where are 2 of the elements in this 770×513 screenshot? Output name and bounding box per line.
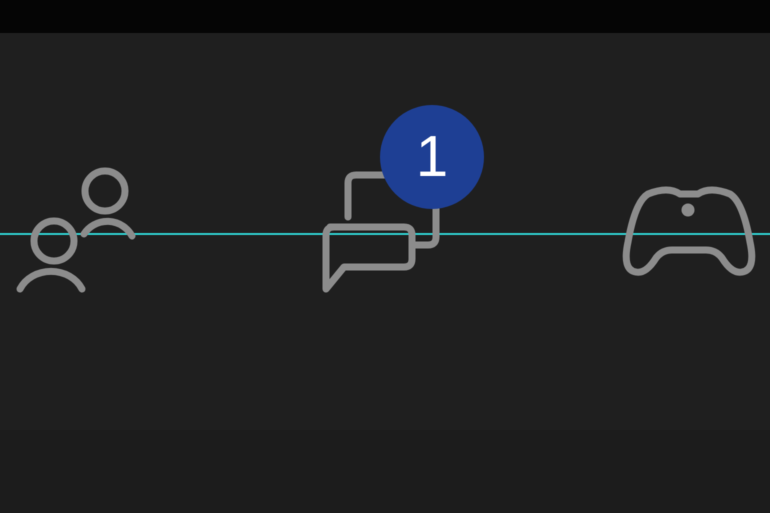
chat-tab[interactable]: 1 bbox=[316, 104, 485, 296]
notification-count: 1 bbox=[380, 104, 484, 208]
